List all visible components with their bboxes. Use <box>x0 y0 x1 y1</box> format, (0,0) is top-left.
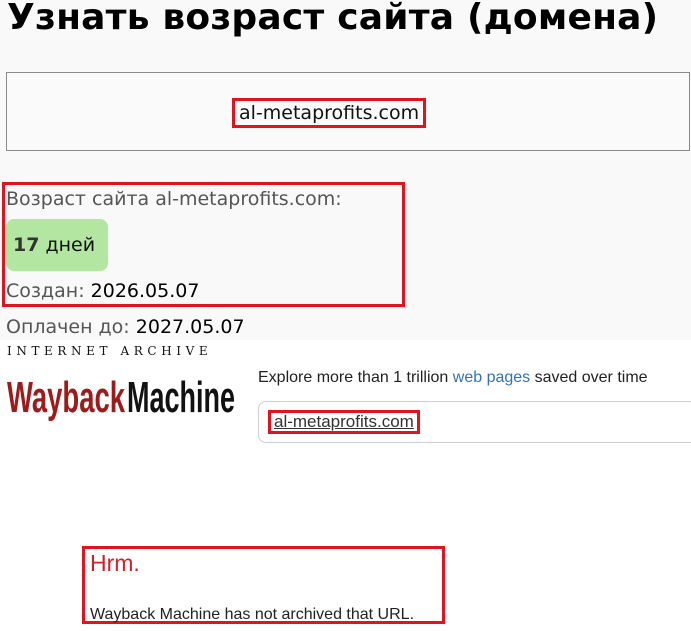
age-label: Возраст сайта al-metaprofits.com: <box>6 188 342 210</box>
created-value: 2026.05.07 <box>90 280 200 302</box>
created-date-row: Создан: 2026.05.07 <box>6 280 199 302</box>
wayback-machine-logo[interactable]: Wayback Machine <box>6 362 238 428</box>
notice-title: Hrm. <box>90 550 140 576</box>
age-days-unit: дней <box>45 234 96 256</box>
paid-value: 2027.05.07 <box>135 316 245 338</box>
age-badge: 17 дней <box>6 219 108 271</box>
wayback-search-value[interactable]: al-metaprofits.com <box>268 410 420 434</box>
explore-text: Explore more than 1 trillion web pages s… <box>258 369 648 387</box>
paid-until-row: Оплачен до: 2027.05.07 <box>6 316 245 338</box>
paid-label: Оплачен до: <box>6 316 130 338</box>
explore-prefix: Explore more than 1 trillion <box>258 369 449 386</box>
explore-suffix: saved over time <box>534 369 648 386</box>
page-title: Узнать возраст сайта (домена) <box>7 0 659 38</box>
machine-logo-word: Machine <box>127 373 235 422</box>
notice-message: Wayback Machine has not archived that UR… <box>90 606 415 623</box>
created-label: Создан: <box>6 280 85 302</box>
domain-input-value[interactable]: al-metaprofits.com <box>232 98 427 128</box>
age-days-number: 17 <box>13 234 40 256</box>
internet-archive-caption: INTERNET ARCHIVE <box>7 344 213 358</box>
web-pages-link[interactable]: web pages <box>453 369 530 386</box>
wayback-logo-word: Wayback <box>7 373 125 422</box>
